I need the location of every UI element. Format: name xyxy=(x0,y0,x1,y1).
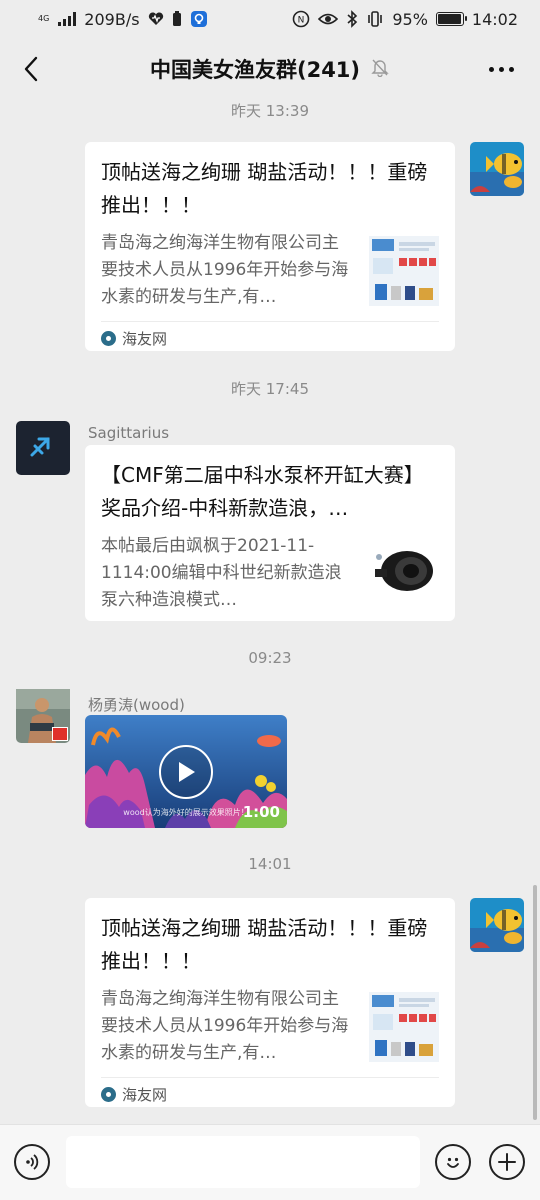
bluetooth-icon xyxy=(346,10,358,28)
link-card[interactable]: 顶帖送海之绚珊 瑚盐活动！！！重磅推出！！！ 青岛海之绚海洋生物有限公司主要技术… xyxy=(85,898,455,1107)
avatar[interactable] xyxy=(470,898,524,952)
notification-app-icon xyxy=(190,10,208,28)
link-card[interactable]: 顶帖送海之绚珊 瑚盐活动！！！重磅推出！！！ 青岛海之绚海洋生物有限公司主要技术… xyxy=(85,142,455,351)
source-icon xyxy=(101,330,116,346)
card-description: 青岛海之绚海洋生物有限公司主要技术人员从1996年开始参与海水素的研发与生产,有… xyxy=(101,233,349,307)
battery-saver-icon xyxy=(172,11,182,27)
card-thumbnail xyxy=(369,539,439,609)
emoji-icon[interactable] xyxy=(435,1144,471,1180)
svg-text:N: N xyxy=(298,16,305,26)
status-bar: 4G 209B/s N 95% 14:02 xyxy=(0,0,540,38)
message-input[interactable] xyxy=(66,1136,420,1188)
avatar[interactable] xyxy=(470,142,524,196)
card-thumbnail xyxy=(369,992,439,1062)
scrollbar[interactable] xyxy=(533,885,537,1120)
network-speed: 209B/s xyxy=(84,9,140,29)
card-description: 本帖最后由飒枫于2021-11-1114:00编辑中科世纪新款造浪泵六种造浪模式… xyxy=(101,536,342,610)
battery-icon xyxy=(435,12,467,26)
more-icon[interactable] xyxy=(484,54,518,84)
sender-name: Sagittarius xyxy=(88,424,170,442)
heart-icon xyxy=(148,12,164,26)
card-source: 海友网 xyxy=(122,1085,168,1104)
video-message[interactable]: wood认为海外好的展示效果照片！ 1:00 xyxy=(85,715,287,828)
plus-icon[interactable] xyxy=(489,1144,525,1180)
timestamp: 09:23 xyxy=(248,649,292,667)
chat-title[interactable]: 中国美女渔友群(241) xyxy=(150,54,360,84)
card-description: 青岛海之绚海洋生物有限公司主要技术人员从1996年开始参与海水素的研发与生产,有… xyxy=(101,989,349,1063)
vibrate-icon xyxy=(366,11,384,27)
signal-icon xyxy=(58,12,77,26)
timestamp: 14:01 xyxy=(248,855,292,873)
avatar[interactable] xyxy=(16,689,70,743)
network-type: 4G xyxy=(38,14,50,23)
card-title: 【CMF第二届中科水泵杯开缸大赛】奖品介绍-中科新款造浪，… xyxy=(101,463,424,520)
card-thumbnail xyxy=(369,236,439,306)
link-card[interactable]: 【CMF第二届中科水泵杯开缸大赛】奖品介绍-中科新款造浪，… 本帖最后由飒枫于2… xyxy=(85,445,455,621)
input-bar xyxy=(0,1124,540,1200)
timestamp: 昨天 13:39 xyxy=(231,102,309,120)
play-icon[interactable] xyxy=(159,745,213,799)
clock: 14:02 xyxy=(471,9,518,29)
timestamp: 昨天 17:45 xyxy=(231,380,309,398)
battery-percent: 95% xyxy=(392,9,428,29)
flag-badge-icon xyxy=(52,727,68,741)
card-source: 海友网 xyxy=(122,329,168,348)
avatar[interactable] xyxy=(16,421,70,475)
chat-area[interactable]: 昨天 13:39 顶帖送海之绚珊 瑚盐活动！！！重磅推出！！！ 青岛海之绚海洋生… xyxy=(0,100,540,1124)
card-title: 顶帖送海之绚珊 瑚盐活动！！！重磅推出！！！ xyxy=(101,916,428,973)
chat-header: 中国美女渔友群(241) xyxy=(0,38,540,100)
nfc-icon: N xyxy=(292,10,310,28)
back-arrow-icon[interactable] xyxy=(14,52,48,86)
sender-name: 杨勇涛(wood) xyxy=(88,696,185,714)
video-duration: 1:00 xyxy=(242,803,280,821)
card-title: 顶帖送海之绚珊 瑚盐活动！！！重磅推出！！！ xyxy=(101,160,428,217)
eye-icon xyxy=(318,12,339,26)
bell-mute-icon xyxy=(370,57,390,81)
voice-icon[interactable] xyxy=(14,1144,50,1180)
source-icon xyxy=(101,1086,116,1102)
